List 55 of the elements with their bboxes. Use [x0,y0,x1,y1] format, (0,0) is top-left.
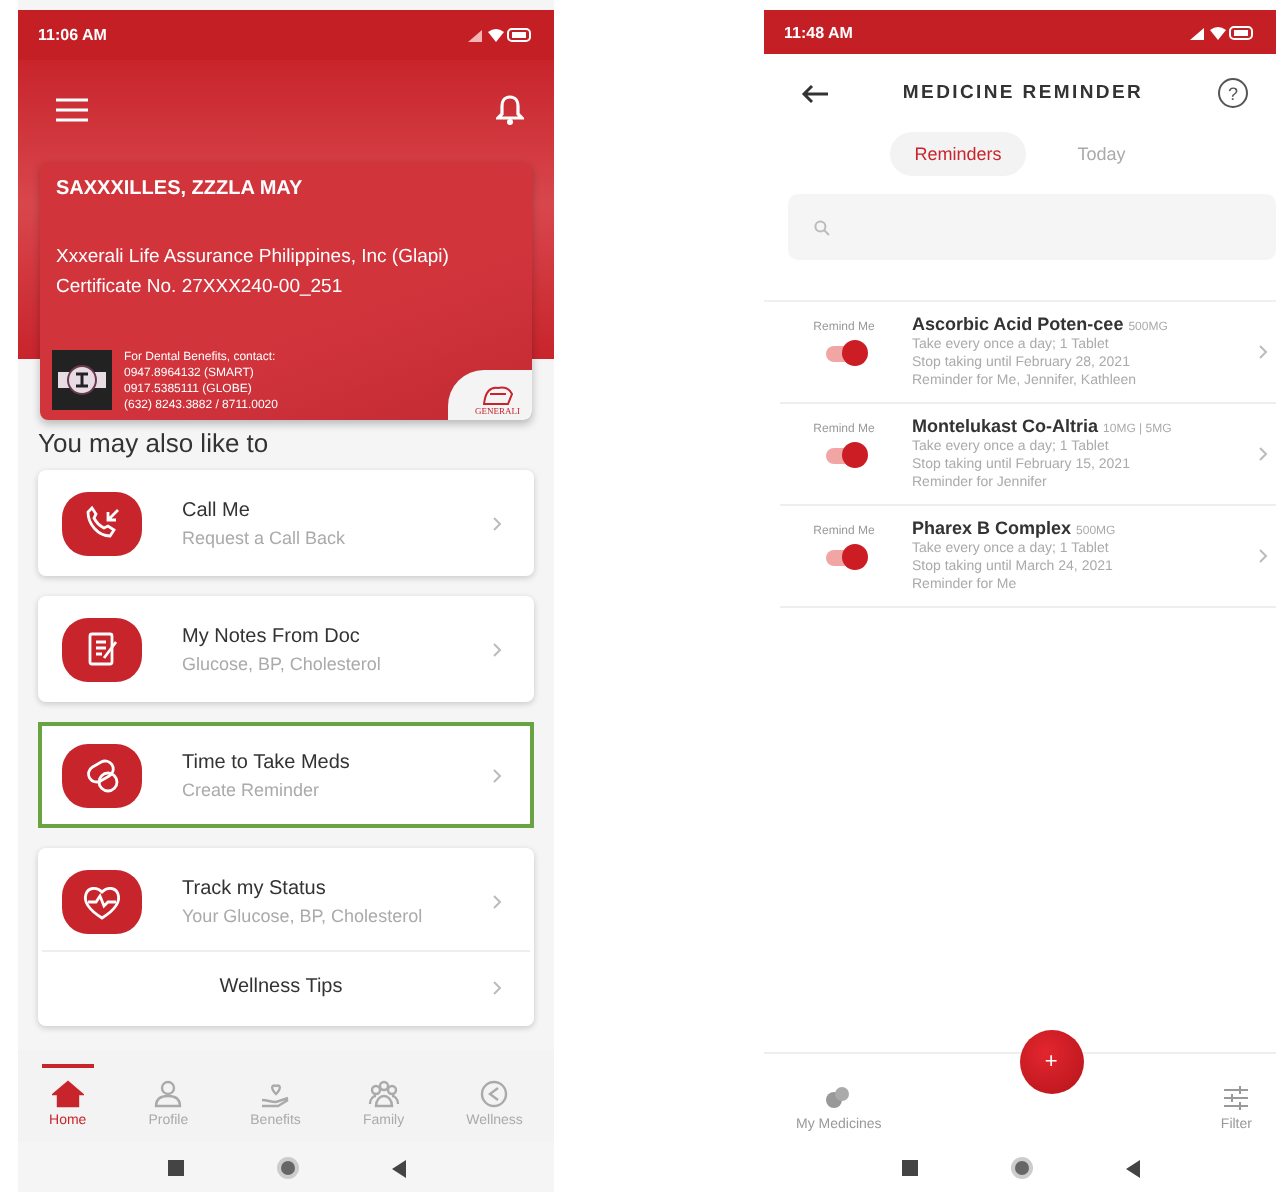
back-icon[interactable] [391,1159,405,1177]
chevron-icon [492,515,502,531]
wellness-tips-link[interactable]: Wellness Tips [42,976,492,998]
section-title: You may also like to [38,428,271,458]
filter-icon[interactable] [1224,1086,1249,1110]
back-arrow-icon[interactable] [800,83,828,103]
feature-title: Call Me [182,499,252,521]
home-button-icon[interactable] [1009,1156,1033,1180]
chevron-icon [492,979,502,995]
pills-icon[interactable] [824,1086,853,1110]
feature-subtitle: Create Reminder [182,779,322,799]
tab[interactable]: Reminders [890,132,1026,176]
chevron-icon [492,641,502,657]
menu-icon[interactable] [56,98,88,123]
phone-icon [62,491,142,555]
feature-title: Track my Status [182,877,328,899]
dental-logo-icon [52,350,112,410]
status-time: 11:06 AM [38,26,107,44]
add-button[interactable]: + [1019,1030,1084,1094]
home-icon [51,1080,84,1108]
people-icon [367,1080,400,1108]
help-button[interactable]: ? [1218,78,1248,108]
feature-card[interactable]: Time to Take Meds Create Reminder [38,722,534,828]
company-name: Xxxerali Life Assurance Philippines, Inc (Glapi) [56,246,451,269]
search-icon [814,219,830,235]
status-icons [1188,23,1256,41]
lion-logo-icon [479,382,516,406]
feature-subtitle: Your Glucose, BP, Cholesterol [182,905,425,925]
back-icon[interactable] [1125,1159,1139,1177]
feature-card[interactable]: Call Me Request a Call Back [38,470,534,576]
hand-heart-icon [259,1080,292,1108]
chevron-icon [492,893,502,909]
home-button-icon[interactable] [275,1156,299,1180]
feature-card[interactable]: My Notes From Doc Glucose, BP, Cholesterol [38,596,534,702]
feature-card[interactable]: Track my Status Your Glucose, BP, Cholesterol Wellness Tips [38,848,534,1026]
toggle-switch[interactable] [826,550,862,566]
feature-subtitle: Glucose, BP, Cholesterol [182,653,383,673]
certificate-number: Certificate No. 27XXX240-00_251 [56,276,345,299]
notepad-icon [62,617,142,681]
screen-title: MEDICINE REMINDER [902,82,1144,104]
member-name: SAXXXILLES, ZZZLA MAY [56,178,305,201]
pills-icon [62,743,142,807]
feature-subtitle: Request a Call Back [182,527,348,547]
bell-icon[interactable] [496,94,524,127]
search-field[interactable] [788,194,1276,260]
person-icon [152,1080,185,1108]
feature-title: My Notes From Doc [182,625,362,647]
recents-icon[interactable] [901,1160,917,1176]
chevron-icon [492,767,502,783]
toggle-switch[interactable] [826,448,862,464]
feature-title: Time to Take Meds [182,751,352,773]
status-time: 11:48 AM [784,23,853,41]
toggle-switch[interactable] [826,346,862,362]
status-icons [466,26,534,44]
recents-icon[interactable] [167,1160,183,1176]
